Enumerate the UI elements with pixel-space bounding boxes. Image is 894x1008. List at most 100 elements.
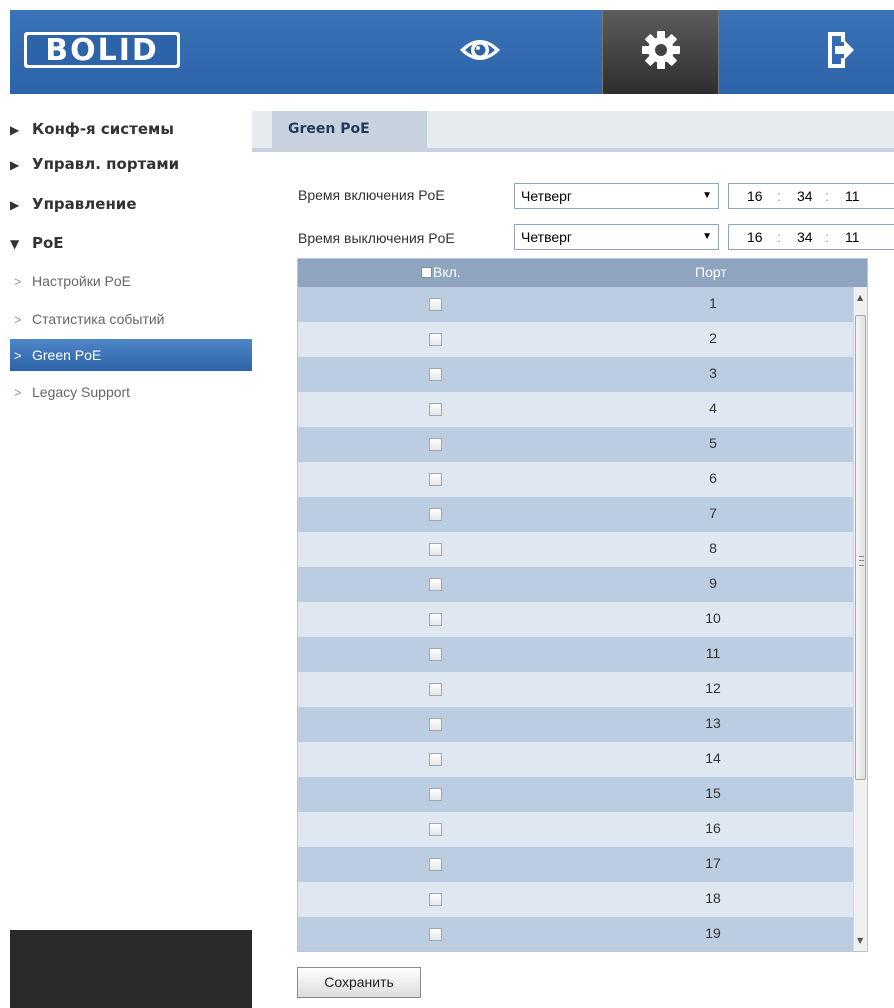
sidebar-footer xyxy=(10,930,252,1008)
port-enable-checkbox[interactable] xyxy=(429,788,442,801)
port-number: 8 xyxy=(709,540,717,556)
sidebar-item-poe-settings[interactable]: > Настройки PoE xyxy=(10,265,252,297)
port-enable-checkbox[interactable] xyxy=(429,753,442,766)
port-enable-checkbox[interactable] xyxy=(429,613,442,626)
settings-nav-button[interactable] xyxy=(602,10,719,94)
port-enable-checkbox[interactable] xyxy=(429,438,442,451)
port-number: 11 xyxy=(705,645,721,661)
port-enable-checkbox[interactable] xyxy=(429,543,442,556)
seconds-field[interactable]: 11 xyxy=(845,184,860,208)
port-number: 18 xyxy=(705,890,721,906)
main-panel: Green PoE Время включения PoE Четверг ▼ … xyxy=(252,94,894,1008)
port-enable-checkbox[interactable] xyxy=(429,683,442,696)
scrollbar-thumb[interactable] xyxy=(855,315,866,780)
sidebar-section-management[interactable]: ▶ Управление xyxy=(10,189,252,219)
port-enable-checkbox[interactable] xyxy=(429,403,442,416)
table-row: 4 xyxy=(298,392,853,427)
sidebar: ▶ Конф-я системы ▶ Управл. портами ▶ Управл… xyxy=(10,94,252,1008)
chevron-right-icon: > xyxy=(14,274,22,289)
logout-nav-button[interactable] xyxy=(782,10,894,94)
poe-off-time-label: Время выключения PoE xyxy=(298,230,455,246)
port-number: 14 xyxy=(705,750,721,766)
sidebar-item-green-poe[interactable]: > Green PoE xyxy=(10,339,252,371)
port-enable-checkbox[interactable] xyxy=(429,368,442,381)
port-enable-checkbox[interactable] xyxy=(429,648,442,661)
time-separator: : xyxy=(777,188,781,204)
port-enable-checkbox[interactable] xyxy=(429,823,442,836)
table-header: Вкл. Порт xyxy=(298,259,867,287)
tab-strip: Green PoE xyxy=(252,111,894,148)
poe-on-day-select[interactable]: Четверг ▼ xyxy=(514,183,719,209)
sidebar-item-event-statistics[interactable]: > Статистика событий xyxy=(10,303,252,335)
select-value: Четверг xyxy=(521,188,573,204)
gear-icon xyxy=(641,30,681,74)
table-row: 8 xyxy=(298,532,853,567)
scroll-down-arrow-icon[interactable]: ▼ xyxy=(857,936,863,945)
sidebar-section-poe[interactable]: ▼ PoE xyxy=(10,228,252,258)
sidebar-item-label: Статистика событий xyxy=(32,311,165,327)
table-row: 7 xyxy=(298,497,853,532)
select-all-checkbox[interactable] xyxy=(421,267,432,278)
port-enable-checkbox[interactable] xyxy=(429,333,442,346)
time-separator: : xyxy=(777,229,781,245)
top-navigation-bar: BOLID xyxy=(10,10,894,94)
table-row: 2 xyxy=(298,322,853,357)
scroll-up-arrow-icon[interactable]: ▲ xyxy=(857,293,863,302)
select-value: Четверг xyxy=(521,229,573,245)
chevron-right-icon: > xyxy=(14,312,22,327)
table-row: 14 xyxy=(298,742,853,777)
sidebar-section-label: Управл. портами xyxy=(32,155,180,173)
port-number: 13 xyxy=(705,715,721,731)
poe-off-day-select[interactable]: Четверг ▼ xyxy=(514,224,719,250)
table-row: 15 xyxy=(298,777,853,812)
save-button[interactable]: Сохранить xyxy=(297,967,421,998)
time-separator: : xyxy=(825,188,829,204)
chevron-right-icon: > xyxy=(14,385,22,400)
poe-on-time-input[interactable]: 16 : 34 : 11 xyxy=(728,183,894,209)
tab-green-poe[interactable]: Green PoE xyxy=(272,111,427,148)
minutes-field[interactable]: 34 xyxy=(797,225,813,249)
port-number: 16 xyxy=(705,820,721,836)
port-enable-checkbox[interactable] xyxy=(429,858,442,871)
port-enable-checkbox[interactable] xyxy=(429,578,442,591)
sidebar-section-label: PoE xyxy=(32,234,64,252)
port-enable-checkbox[interactable] xyxy=(429,298,442,311)
port-enable-checkbox[interactable] xyxy=(429,718,442,731)
sidebar-item-legacy-support[interactable]: > Legacy Support xyxy=(10,376,252,408)
chevron-right-icon: > xyxy=(14,348,22,363)
table-row: 19 xyxy=(298,917,853,951)
port-number: 9 xyxy=(709,575,717,591)
view-nav-button[interactable] xyxy=(422,10,537,94)
port-enable-checkbox[interactable] xyxy=(429,508,442,521)
table-scrollbar[interactable]: ▲ ▼ xyxy=(853,287,867,951)
poe-on-time-label: Время включения PoE xyxy=(298,187,445,203)
port-number: 2 xyxy=(709,330,717,346)
time-separator: : xyxy=(825,229,829,245)
port-table: Вкл. Порт 1 2 3 4 5 6 7 8 9 10 11 12 13 14 15 16 17 18 19 … xyxy=(297,258,868,952)
table-row: 17 xyxy=(298,847,853,882)
port-number: 12 xyxy=(705,680,721,696)
dropdown-arrow-icon: ▼ xyxy=(702,190,712,201)
scrollbar-grip-icon xyxy=(859,556,864,566)
seconds-field[interactable]: 11 xyxy=(845,225,860,249)
column-header-enable: Вкл. xyxy=(433,264,461,280)
bolid-logo: BOLID xyxy=(24,32,180,68)
port-number: 1 xyxy=(709,295,717,311)
hours-field[interactable]: 16 xyxy=(747,225,763,249)
port-enable-checkbox[interactable] xyxy=(429,928,442,941)
sidebar-section-port-management[interactable]: ▶ Управл. портами xyxy=(10,149,252,179)
dropdown-arrow-icon: ▼ xyxy=(702,231,712,242)
port-enable-checkbox[interactable] xyxy=(429,893,442,906)
minutes-field[interactable]: 34 xyxy=(797,184,813,208)
poe-off-time-input[interactable]: 16 : 34 : 11 xyxy=(728,224,894,250)
table-row: 10 xyxy=(298,602,853,637)
hours-field[interactable]: 16 xyxy=(747,184,763,208)
sidebar-item-label: Green PoE xyxy=(32,347,102,363)
port-number: 4 xyxy=(709,400,717,416)
table-row: 18 xyxy=(298,882,853,917)
port-number: 6 xyxy=(709,470,717,486)
sidebar-section-system-config[interactable]: ▶ Конф-я системы xyxy=(10,114,252,144)
port-enable-checkbox[interactable] xyxy=(429,473,442,486)
exit-door-icon xyxy=(825,30,855,74)
table-row: 13 xyxy=(298,707,853,742)
